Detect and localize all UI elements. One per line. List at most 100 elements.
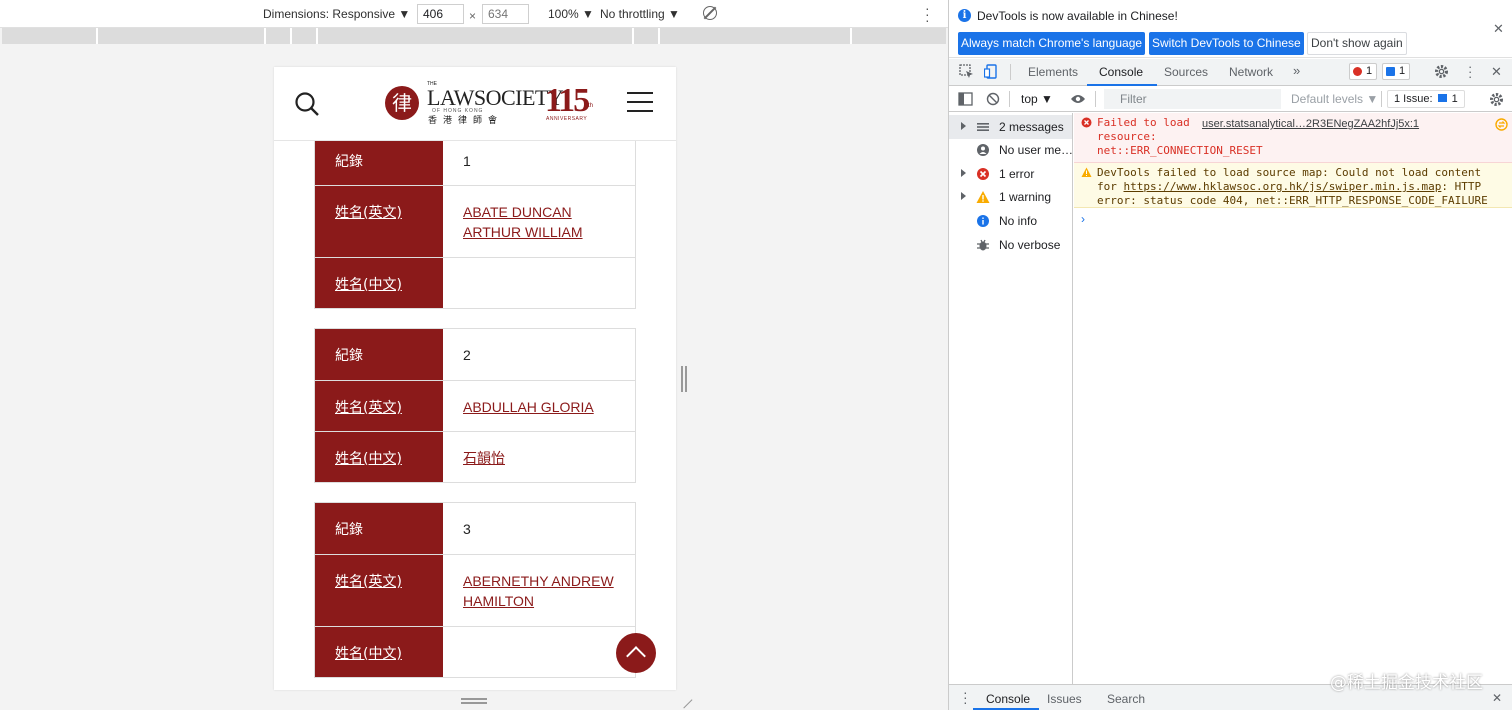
device-toolbar: Dimensions: Responsive ▼ × 100% ▼ No thr… [0, 0, 948, 28]
sidebar-item-user-messages[interactable]: No user me… [949, 138, 1073, 162]
name-cn-link[interactable]: 石韻怡 [443, 432, 635, 482]
name-cn-label[interactable]: 姓名(中文) [315, 627, 443, 677]
record-value: 1 [463, 153, 471, 169]
console-settings-gear-icon[interactable] [1489, 92, 1504, 107]
logo-anniversary-number: 115 [545, 82, 590, 119]
watermark: @稀土掘金技术社区 [1330, 673, 1483, 693]
error-text-line: resource: [1097, 130, 1157, 143]
close-drawer-icon[interactable]: ✕ [1492, 691, 1502, 705]
log-levels-dropdown[interactable]: Default levels ▼ [1291, 92, 1378, 106]
name-en-link[interactable]: ABATE DUNCAN ARTHUR WILLIAM [443, 186, 635, 257]
name-en-label[interactable]: 姓名(英文) [315, 186, 443, 257]
rotate-icon[interactable] [703, 6, 717, 20]
name-en-row: 姓名(英文) ABATE DUNCAN ARTHUR WILLIAM [315, 185, 635, 257]
dont-show-again-button[interactable]: Don't show again [1307, 32, 1407, 55]
info-icon: i [958, 9, 971, 22]
device-emulation-area: Dimensions: Responsive ▼ × 100% ▼ No thr… [0, 0, 948, 710]
seal-icon: 律 [385, 86, 419, 120]
more-options-icon[interactable]: · · · [925, 1, 930, 27]
name-en-label[interactable]: 姓名(英文) [315, 555, 443, 626]
error-count: 1 [1366, 65, 1373, 77]
eye-icon[interactable] [1070, 93, 1086, 105]
resize-handle-bottom[interactable] [461, 698, 487, 704]
sidebar-item-info[interactable]: No info [949, 209, 1072, 233]
issue-count-badge[interactable]: 1 [1382, 63, 1411, 80]
throttling-dropdown[interactable]: No throttling ▼ [600, 7, 680, 21]
filter-input[interactable] [1104, 89, 1281, 109]
zoom-dropdown[interactable]: 100% ▼ [548, 7, 594, 21]
resize-handle-corner[interactable] [675, 691, 693, 709]
name-en-link[interactable]: ABERNETHY ANDREW HAMILTON [443, 555, 635, 626]
console-sidebar: 2 messages No user me… 1 error 1 warning… [949, 113, 1073, 684]
sidebar-item-errors[interactable]: 1 error [949, 162, 1072, 186]
console-prompt[interactable]: › [1081, 212, 1085, 226]
inspect-element-icon[interactable] [959, 64, 974, 79]
info-icon [977, 215, 989, 227]
warning-icon [976, 191, 990, 203]
device-toolbar-icon[interactable] [984, 64, 999, 79]
record-label: 紀錄 [315, 329, 443, 380]
name-en-label[interactable]: 姓名(英文) [315, 381, 443, 431]
more-tabs-icon[interactable]: » [1293, 63, 1300, 78]
issue-count: 1 [1399, 65, 1406, 77]
more-menu-icon[interactable]: · · · [1468, 60, 1472, 83]
sidebar-toggle-icon[interactable] [958, 92, 973, 106]
user-icon [977, 144, 989, 156]
record-card: 紀錄 3 姓名(英文) ABERNETHY ANDREW HAMILTON 姓名… [314, 502, 636, 678]
drawer-tab-issues[interactable]: Issues [1047, 692, 1082, 706]
tab-sources[interactable]: Sources [1164, 65, 1208, 79]
sidebar-item-label: No verbose [999, 238, 1061, 252]
error-message: Failed to load resource: net::ERR_CONNEC… [1074, 113, 1512, 163]
tab-console[interactable]: Console [1099, 65, 1143, 79]
name-cn-label[interactable]: 姓名(中文) [315, 432, 443, 482]
tab-network[interactable]: Network [1229, 65, 1273, 79]
height-input[interactable] [482, 4, 529, 24]
tab-elements[interactable]: Elements [1028, 65, 1078, 79]
resize-handle-right[interactable] [681, 366, 687, 392]
warning-text-line: DevTools failed to load source map: Coul… [1097, 166, 1482, 179]
error-icon [977, 168, 989, 180]
hamburger-menu-icon[interactable] [627, 92, 653, 112]
record-card: 紀錄 1 姓名(英文) ABATE DUNCAN ARTHUR WILLIAM … [314, 134, 636, 309]
times-sign: × [469, 9, 477, 23]
sidebar-item-warnings[interactable]: 1 warning [949, 185, 1072, 209]
clear-console-icon[interactable] [986, 92, 1000, 106]
name-cn-link[interactable] [443, 258, 635, 308]
source-map-link[interactable]: https://www.hklawsoc.org.hk/js/swiper.mi… [1124, 180, 1442, 193]
error-source-link[interactable]: user.statsanalytical…2R3ENegZAA2hfJj5x:1 [1202, 118, 1419, 130]
drawer-menu-icon[interactable]: · · · [963, 685, 968, 709]
context-selector[interactable]: top ▼ [1021, 92, 1053, 106]
name-cn-link[interactable] [443, 627, 635, 677]
infobar-message: DevTools is now available in Chinese! [977, 9, 1178, 23]
search-icon[interactable] [294, 91, 320, 117]
drawer-tab-search[interactable]: Search [1107, 692, 1145, 706]
sidebar-item-verbose[interactable]: No verbose [949, 233, 1072, 257]
error-icon [1353, 67, 1362, 76]
issues-button[interactable]: 1 Issue: 1 [1387, 90, 1465, 108]
drawer-tab-console[interactable]: Console [986, 692, 1030, 706]
close-icon[interactable]: ✕ [1493, 21, 1504, 37]
media-query-bar[interactable] [2, 28, 946, 44]
name-cn-label[interactable]: 姓名(中文) [315, 258, 443, 308]
error-count-badge[interactable]: 1 [1349, 63, 1378, 80]
sidebar-item-label: 1 error [999, 167, 1035, 181]
sidebar-item-label: No info [999, 214, 1038, 228]
switch-chinese-button[interactable]: Switch DevTools to Chinese [1149, 32, 1304, 55]
sidebar-item-label: 2 messages [999, 120, 1064, 134]
name-en-link[interactable]: ABDULLAH GLORIA [443, 381, 635, 431]
devtools-tabbar: Elements Console Sources Network » 1 1 ·… [949, 59, 1512, 86]
issues-count: 1 [1451, 93, 1458, 105]
record-row: 紀錄 1 [315, 135, 635, 185]
error-text-line: net::ERR_CONNECTION_RESET [1097, 144, 1263, 157]
settings-gear-icon[interactable] [1434, 64, 1449, 79]
law-society-logo[interactable]: 律 THE LAWSOCIETY OF HONG KONG 香港律師會 115 … [385, 81, 595, 126]
network-request-icon[interactable] [1495, 118, 1508, 131]
width-input[interactable] [417, 4, 464, 24]
name-cn-row: 姓名(中文) 石韻怡 [315, 431, 635, 482]
match-language-button[interactable]: Always match Chrome's language [958, 32, 1146, 55]
sidebar-item-messages[interactable]: 2 messages [949, 115, 1072, 139]
close-devtools-icon[interactable]: ✕ [1491, 64, 1502, 80]
sidebar-item-label: 1 warning [999, 190, 1052, 204]
back-to-top-button[interactable] [616, 633, 656, 673]
dimensions-dropdown[interactable]: Dimensions: Responsive ▼ [263, 7, 410, 21]
